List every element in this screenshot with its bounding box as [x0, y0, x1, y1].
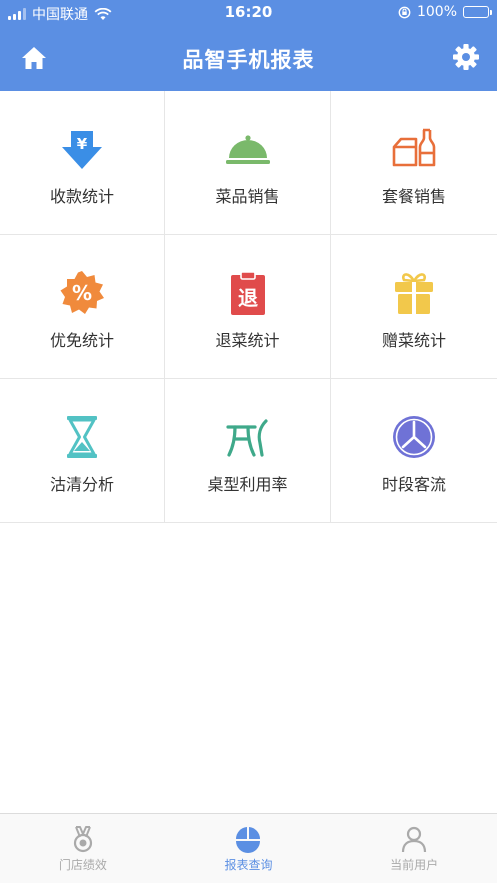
grid-item-gift-stats[interactable]: 赠菜统计 [331, 235, 497, 379]
return-clipboard-icon: 退 [230, 271, 265, 315]
svg-text:%: % [72, 281, 92, 305]
gear-icon[interactable] [451, 42, 481, 72]
gift-icon [395, 273, 433, 314]
hourglass-icon [67, 416, 97, 458]
nav-bar: 品智手机报表 [0, 26, 497, 91]
table-icon [225, 419, 268, 457]
status-right: 100% [398, 4, 492, 20]
status-bar: 中国联通 16:20 100% [0, 0, 497, 26]
page-title: 品智手机报表 [182, 48, 315, 72]
clock-icon [393, 416, 435, 458]
grid-item-label: 桌型利用率 [207, 475, 288, 494]
battery-icon [463, 6, 492, 18]
grid-item-label: 优免统计 [49, 331, 114, 350]
tab-label: 报表查询 [224, 858, 273, 872]
battery-percent: 100% [416, 4, 457, 20]
medal-icon [73, 826, 92, 853]
svg-text:退: 退 [238, 286, 258, 310]
grid-item-period-traffic[interactable]: 时段客流 [331, 379, 497, 523]
pie-chart-icon [236, 827, 261, 853]
grid-item-label: 收款统计 [49, 187, 114, 206]
tab-current-user[interactable]: 当前用户 [331, 814, 497, 883]
header: 中国联通 16:20 100% 品智手机报表 [0, 0, 497, 91]
tab-store-performance[interactable]: 门店绩效 [0, 814, 166, 883]
discount-badge-icon: % [60, 271, 104, 314]
food-cloche-icon [225, 135, 270, 164]
grid-item-payment-stats[interactable]: ¥ 收款统计 [0, 91, 165, 235]
yen-down-arrow-icon: ¥ [62, 131, 102, 169]
grid-item-label: 退菜统计 [215, 331, 280, 350]
tab-bar: 门店绩效 报表查询 当前用户 [0, 813, 497, 883]
grid-item-label: 赠菜统计 [381, 331, 446, 350]
grid-item-label: 套餐销售 [381, 187, 446, 206]
tab-label: 当前用户 [390, 858, 439, 872]
grid-item-label: 菜品销售 [215, 187, 280, 206]
grid-item-combo-sales[interactable]: 套餐销售 [331, 91, 497, 235]
grid-item-label: 沽清分析 [49, 475, 114, 494]
svg-text:¥: ¥ [77, 135, 88, 153]
grid-item-soldout-analysis[interactable]: 沽清分析 [0, 379, 165, 523]
rotation-lock-icon [398, 6, 411, 18]
grid-item-label: 时段客流 [381, 475, 446, 494]
user-icon [402, 826, 427, 853]
grid-item-return-stats[interactable]: 退 退菜统计 [165, 235, 331, 379]
meal-set-icon [392, 128, 436, 167]
grid-item-table-utilization[interactable]: 桌型利用率 [165, 379, 331, 523]
tab-label: 门店绩效 [58, 858, 107, 872]
grid-item-dish-sales[interactable]: 菜品销售 [165, 91, 331, 235]
tab-report-query[interactable]: 报表查询 [166, 814, 332, 883]
grid-item-discount-stats[interactable]: % 优免统计 [0, 235, 165, 379]
report-grid: ¥ 收款统计 菜品销售 套餐销售 % 优免统计 退 退菜统计 赠菜统计 沽清分析… [0, 91, 497, 523]
